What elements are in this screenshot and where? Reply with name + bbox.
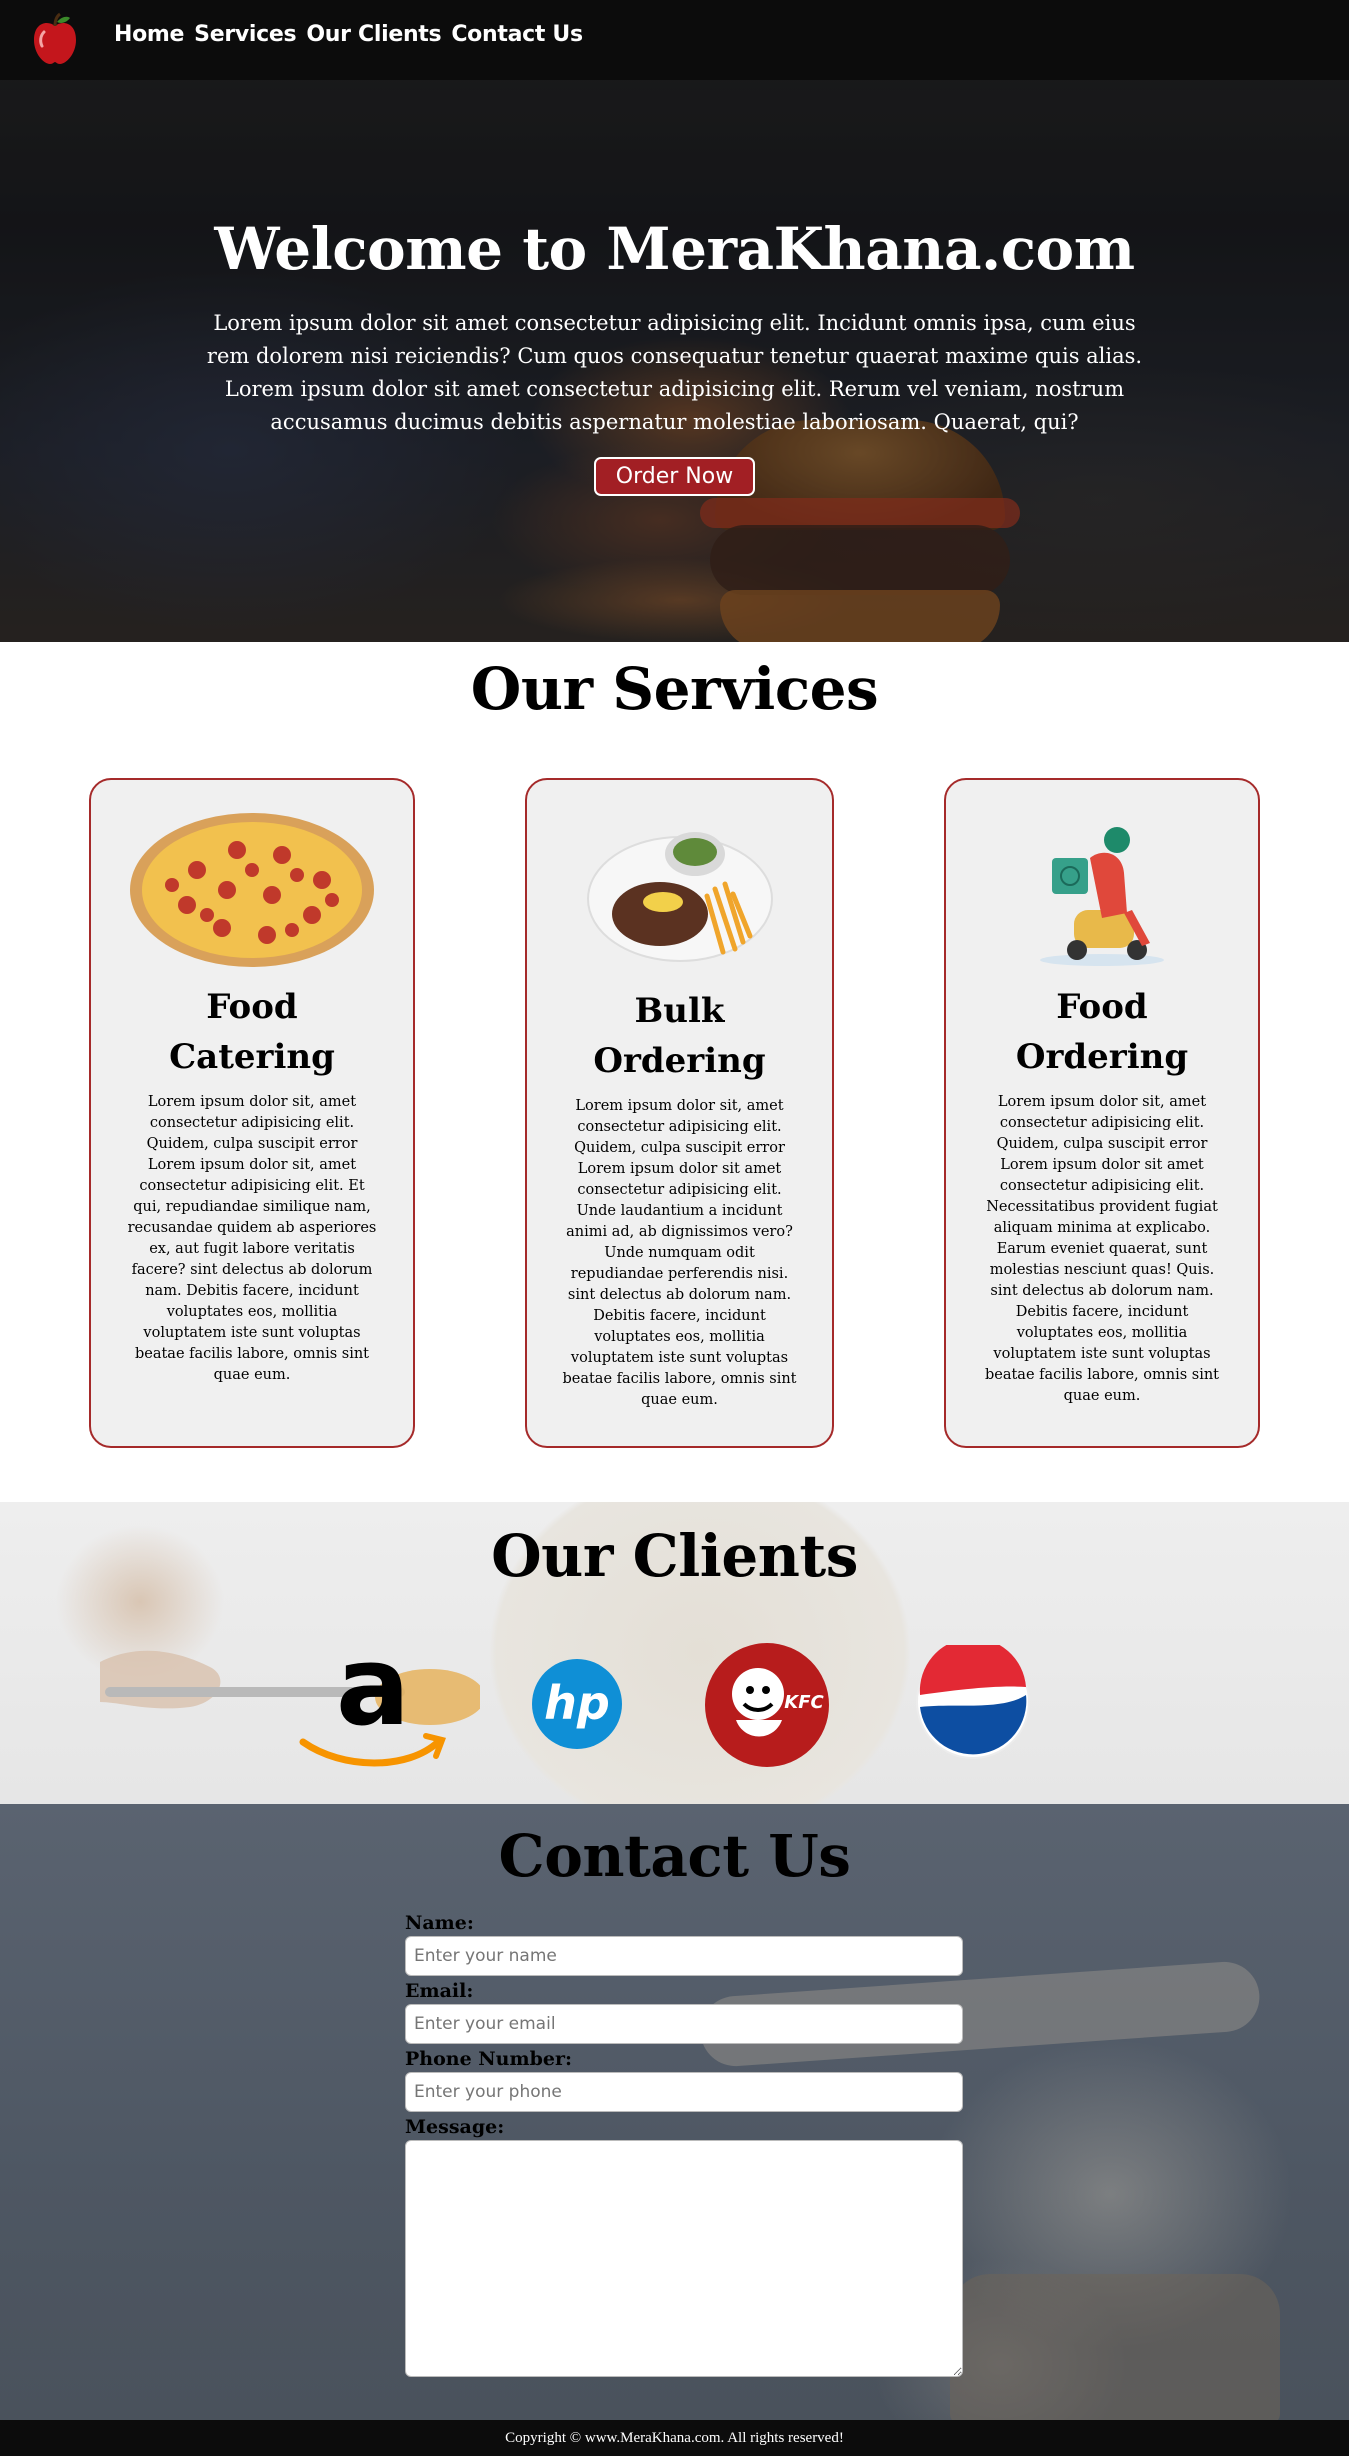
navbar: Home Services Our Clients Contact Us — [0, 0, 1349, 80]
hero-text: Lorem ipsum dolor sit amet consectetur a… — [206, 311, 1143, 434]
hp-logo[interactable]: hp — [530, 1657, 624, 1751]
nav-clients-link[interactable]: Our Clients — [306, 22, 441, 47]
nav-links: Home Services Our Clients Contact Us — [114, 22, 583, 47]
email-field[interactable] — [405, 2004, 963, 2044]
service-card-text: Lorem ipsum dolor sit, amet consectetur … — [562, 1098, 797, 1408]
nav-services-link[interactable]: Services — [194, 22, 296, 47]
pepsi-logo[interactable] — [916, 1645, 1030, 1759]
email-label: Email: — [405, 1980, 474, 2002]
service-card-ordering: Food Ordering Lorem ipsum dolor sit, ame… — [944, 778, 1260, 1448]
copyright-text: Copyright © www.MeraKhana.com. All right… — [505, 2430, 844, 2446]
hero-section: Welcome to MeraKhana.com Lorem ipsum dol… — [0, 0, 1349, 642]
contact-title: Contact Us — [498, 1822, 851, 1890]
service-card-title: Food Ordering — [1015, 987, 1189, 1077]
message-label: Message: — [405, 2116, 505, 2138]
service-card-bulk: Bulk Ordering Lorem ipsum dolor sit, ame… — [525, 778, 834, 1448]
amazon-letter: a — [336, 1642, 410, 1750]
delivery-scooter-icon — [1040, 827, 1164, 966]
apple-logo-icon[interactable] — [30, 12, 80, 66]
clients-title: Our Clients — [491, 1522, 858, 1590]
hp-text: hp — [544, 1676, 610, 1730]
name-label: Name: — [405, 1912, 474, 1934]
kfc-logo[interactable]: KFC — [704, 1642, 830, 1768]
footer: Copyright © www.MeraKhana.com. All right… — [0, 2420, 1349, 2456]
name-field[interactable] — [405, 1936, 963, 1976]
message-field[interactable] — [405, 2140, 963, 2377]
clients-section: Our Clients a hp KFC — [0, 1502, 1349, 1804]
hero-title: Welcome to MeraKhana.com — [214, 215, 1135, 283]
nav-home-link[interactable]: Home — [114, 22, 184, 47]
order-now-button[interactable]: Order Now — [593, 457, 756, 496]
phone-field[interactable] — [405, 2072, 963, 2112]
telephone-base-image — [950, 2274, 1280, 2420]
pizza-icon — [130, 813, 374, 967]
service-card-title: Bulk Ordering — [593, 991, 766, 1081]
services-title: Our Services — [470, 655, 879, 723]
hero-content: Welcome to MeraKhana.com Lorem ipsum dol… — [0, 215, 1349, 496]
phone-label: Phone Number: — [405, 2048, 572, 2070]
steak-plate-icon — [586, 832, 773, 962]
service-card-title: Food Catering — [169, 987, 335, 1077]
amazon-logo[interactable]: a — [298, 1642, 448, 1772]
contact-section: Contact Us Name: Email: Phone Number: Me… — [0, 1804, 1349, 2420]
service-card-text: Lorem ipsum dolor sit, amet consectetur … — [127, 1094, 377, 1383]
contact-form: Name: Email: Phone Number: Message: — [405, 1912, 965, 2377]
kfc-text: KFC — [784, 1692, 824, 1713]
nav-contact-link[interactable]: Contact Us — [451, 22, 583, 47]
service-card-text: Lorem ipsum dolor sit, amet consectetur … — [984, 1094, 1220, 1404]
service-card-catering: Food Catering Lorem ipsum dolor sit, ame… — [89, 778, 415, 1448]
